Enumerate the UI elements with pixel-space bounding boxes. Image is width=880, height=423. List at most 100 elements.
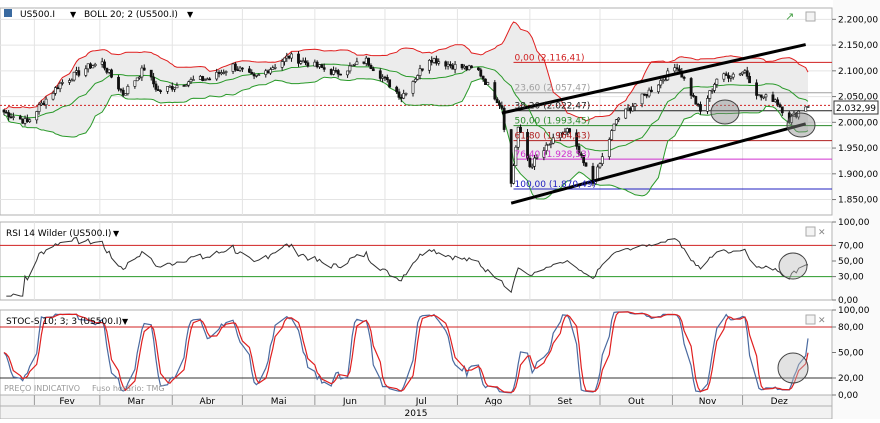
- candle-body: [467, 65, 471, 70]
- stoch-minimize-icon[interactable]: [805, 314, 816, 325]
- candle-body: [778, 104, 782, 108]
- candle-body: [743, 70, 747, 73]
- candle-body: [11, 116, 15, 118]
- candle-body: [495, 98, 499, 104]
- candle-body: [184, 84, 188, 87]
- candle-body: [397, 91, 401, 98]
- candle-body: [21, 118, 25, 124]
- highlight-ellipse-rsi[interactable]: [778, 252, 808, 280]
- candle-body: [238, 67, 242, 71]
- candle-body: [182, 85, 186, 87]
- candle-body: [449, 63, 452, 66]
- candle-body: [640, 93, 644, 105]
- candle-body: [413, 78, 417, 82]
- highlight-ellipse-dec[interactable]: [786, 112, 816, 138]
- trend-icon[interactable]: ↗: [785, 10, 794, 23]
- candle-body: [138, 76, 141, 79]
- candle-body: [479, 69, 483, 77]
- candle-body: [346, 70, 349, 76]
- candle-body: [61, 82, 64, 84]
- candle-body: [28, 119, 32, 122]
- candle-body: [215, 71, 219, 80]
- stoch-dropdown-icon[interactable]: ▼: [122, 317, 129, 326]
- candle-body: [460, 63, 464, 69]
- candle-body: [159, 90, 162, 92]
- candle-body: [86, 63, 90, 70]
- y-tick-label: 50,00: [838, 349, 864, 359]
- candle-body: [332, 70, 335, 75]
- main-title-dropdown-icon[interactable]: ▼: [70, 10, 77, 19]
- candle-body: [217, 71, 221, 75]
- candle-body: [168, 86, 172, 88]
- candle-body: [166, 86, 170, 92]
- candle-body: [201, 76, 205, 81]
- candle-body: [486, 82, 490, 85]
- candle-body: [44, 98, 48, 106]
- candle-body: [77, 70, 81, 76]
- candle-body: [255, 74, 258, 77]
- bollinger-dropdown-icon[interactable]: ▼: [187, 10, 194, 19]
- candle-body: [500, 105, 504, 109]
- candle-body: [187, 81, 191, 86]
- candle-body: [434, 58, 438, 64]
- candle-body: [647, 89, 651, 97]
- main-header[interactable]: US500.I ▼ BOLL 20; 2 (US500.I) ▼: [4, 9, 194, 20]
- candle-body: [369, 65, 373, 69]
- candle-body: [103, 61, 106, 69]
- fibonacci-label: 38,20 (2.022,47): [515, 102, 591, 112]
- candle-body: [610, 130, 614, 140]
- candle-body: [348, 65, 352, 72]
- candle-body: [25, 118, 29, 122]
- candle-body: [470, 65, 473, 69]
- candle-body: [771, 94, 775, 102]
- candle-body: [418, 68, 422, 76]
- candle-body: [804, 106, 808, 112]
- candle-body: [9, 116, 13, 119]
- candle-body: [264, 70, 268, 75]
- candle-body: [18, 116, 22, 120]
- candle-body: [682, 76, 686, 79]
- main-minimize-icon[interactable]: [805, 11, 816, 22]
- candle-body: [58, 82, 62, 90]
- candle-body: [315, 61, 319, 68]
- candle-body: [156, 89, 160, 91]
- candle-body: [350, 64, 354, 67]
- y-tick-label: 0,00: [838, 391, 858, 401]
- candle-body: [173, 87, 177, 90]
- candle-body: [446, 63, 450, 67]
- candle-body: [493, 82, 497, 100]
- rsi-minimize-icon[interactable]: [805, 226, 816, 237]
- candle-body: [107, 69, 111, 73]
- candle-body: [432, 58, 436, 63]
- candle-body: [664, 79, 667, 82]
- candle-body: [699, 104, 702, 112]
- candle-body: [626, 107, 630, 110]
- candle-body: [75, 70, 78, 73]
- candle-body: [42, 102, 46, 106]
- chart-root: 0,00 (2.116,41) 23,60 (2.057,47) 38,20 (2.…: [0, 0, 880, 420]
- highlight-ellipse-nov[interactable]: [710, 99, 740, 125]
- candle-body: [764, 94, 768, 98]
- fibonacci-label: 61,80 (1.964,43): [515, 132, 591, 142]
- candle-body: [367, 57, 371, 66]
- y-tick-label: 2.100,00: [838, 67, 878, 77]
- stoch-close-icon[interactable]: ✕: [818, 316, 826, 326]
- rsi-close-icon[interactable]: ✕: [818, 228, 826, 238]
- candle-body: [453, 63, 457, 70]
- candle-body: [133, 80, 137, 87]
- candle-body: [2, 109, 6, 113]
- candle-body: [56, 87, 60, 90]
- candle-body: [119, 88, 123, 91]
- candle-body: [420, 68, 424, 71]
- candle-body: [624, 108, 628, 119]
- highlight-ellipse-stoch[interactable]: [777, 352, 809, 384]
- fibonacci-label: 76,40 (1.928,53): [515, 150, 591, 160]
- candle-body: [70, 79, 74, 82]
- fibonacci-label: 0,00 (2.116,41): [515, 53, 585, 63]
- candle-body: [142, 67, 146, 71]
- candle-body: [149, 69, 153, 78]
- y-tick-label: 100,00: [838, 218, 870, 228]
- rsi-dropdown-icon[interactable]: ▼: [113, 229, 120, 238]
- candle-body: [334, 70, 338, 72]
- candle-body: [657, 84, 660, 92]
